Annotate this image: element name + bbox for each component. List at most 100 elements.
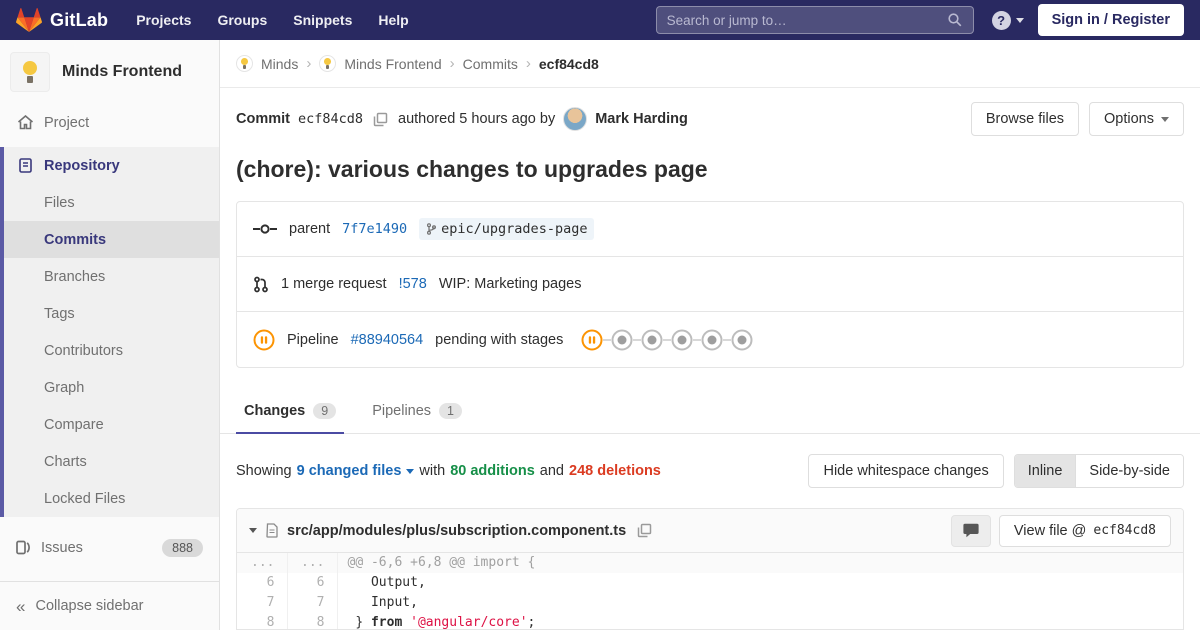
collapse-sidebar-button[interactable]: « Collapse sidebar <box>0 582 219 630</box>
breadcrumb-separator: › <box>306 55 312 72</box>
project-name: Minds Frontend <box>62 63 182 80</box>
collapse-diff-icon[interactable] <box>249 528 257 533</box>
parent-row: parent 7f7e1490 epic/upgrades-page <box>237 202 1183 257</box>
view-file-button[interactable]: View file @ ecf84cd8 <box>998 514 1171 547</box>
deletions-count: 248 deletions <box>569 463 661 479</box>
diff-file-header: src/app/modules/plus/subscription.compon… <box>237 509 1183 553</box>
breadcrumb-separator: › <box>449 55 455 72</box>
parent-sha-link[interactable]: 7f7e1490 <box>342 221 407 237</box>
pipeline-stage-icon-created[interactable] <box>701 329 723 351</box>
sidebar-item-issues[interactable]: Issues 888 <box>0 529 219 566</box>
diff-new-line-number[interactable]: 7 <box>287 593 338 613</box>
author-avatar[interactable] <box>563 107 588 131</box>
tab-pipelines[interactable]: Pipelines 1 <box>364 392 470 434</box>
breadcrumb-current-sha: ecf84cd8 <box>538 55 599 72</box>
stage-connector <box>603 338 612 341</box>
stage-connector <box>633 338 642 341</box>
lightbulb-icon <box>241 58 248 70</box>
tab-label: Changes <box>244 403 306 419</box>
sidebar-item-project[interactable]: Project <box>0 104 219 141</box>
diff-code-line: Input, <box>347 595 418 610</box>
nav-link-groups[interactable]: Groups <box>217 12 267 28</box>
diff-old-line-number[interactable]: 8 <box>237 613 288 629</box>
commit-sha: ecf84cd8 <box>297 111 364 127</box>
sidebar-item-label: Repository <box>44 157 120 174</box>
diff-new-line-number[interactable]: 6 <box>287 573 338 593</box>
inline-view-button[interactable]: Inline <box>1014 455 1076 487</box>
diff-old-line-number[interactable]: ... <box>237 553 288 573</box>
diff-table: ...... @@ -6,6 +6,8 @@ import {6 6 Output,… <box>237 553 1183 629</box>
copy-sha-button[interactable] <box>371 110 390 129</box>
browse-files-button[interactable]: Browse files <box>970 102 1080 136</box>
collapse-label: Collapse sidebar <box>35 598 144 614</box>
mr-count-text: 1 merge request <box>281 276 387 292</box>
additions-count: 80 additions <box>450 463 535 479</box>
diff-old-line-number[interactable]: 6 <box>237 573 288 593</box>
changed-files-dropdown[interactable]: 9 changed files <box>297 463 415 479</box>
merge-request-icon <box>253 276 269 293</box>
side-by-side-view-button[interactable]: Side-by-side <box>1075 455 1183 487</box>
sidebar-item-branches[interactable]: Branches <box>4 258 219 295</box>
pipeline-stage-icon-created[interactable] <box>731 329 753 351</box>
left-sidebar: Minds Frontend Project Repository Files … <box>0 40 220 630</box>
with-text: with <box>419 463 446 479</box>
mr-ref-link[interactable]: !578 <box>399 276 427 292</box>
diff-code-line: Output, <box>347 575 426 590</box>
project-header[interactable]: Minds Frontend <box>0 40 219 104</box>
showing-text: Showing <box>236 463 292 479</box>
file-path[interactable]: src/app/modules/plus/subscription.compon… <box>287 523 626 539</box>
commit-title: (chore): various changes to upgrades pag… <box>236 156 708 182</box>
parent-label: parent <box>289 221 331 237</box>
sidebar-item-repository[interactable]: Repository <box>4 147 219 184</box>
branch-name: epic/upgrades-page <box>441 221 588 237</box>
tab-changes[interactable]: Changes 9 <box>236 392 345 434</box>
copy-path-button[interactable] <box>635 521 654 540</box>
pipeline-stage-graph <box>581 329 753 351</box>
search-box <box>655 6 974 34</box>
sidebar-item-charts[interactable]: Charts <box>4 443 219 480</box>
sign-in-register-button[interactable]: Sign in / Register <box>1037 4 1184 36</box>
sidebar-item-compare[interactable]: Compare <box>4 406 219 443</box>
commit-label: Commit <box>236 111 290 127</box>
breadcrumb-item-minds[interactable]: Minds <box>261 56 298 72</box>
diff-new-line-number[interactable]: ... <box>287 553 338 573</box>
file-comment-button[interactable] <box>950 514 991 547</box>
branch-ref-badge[interactable]: epic/upgrades-page <box>419 218 595 240</box>
stage-connector <box>723 338 732 341</box>
nav-link-snippets[interactable]: Snippets <box>293 12 352 28</box>
gitlab-home-link[interactable]: GitLab <box>16 8 108 32</box>
breadcrumb-item-commits[interactable]: Commits <box>463 56 518 72</box>
pipeline-stage-icon-created[interactable] <box>671 329 693 351</box>
sidebar-item-graph[interactable]: Graph <box>4 369 219 406</box>
sidebar-item-locked-files[interactable]: Locked Files <box>4 480 219 517</box>
search-input[interactable] <box>666 12 947 28</box>
pipeline-id-link[interactable]: #88940564 <box>351 332 424 348</box>
nav-link-help[interactable]: Help <box>378 12 408 28</box>
repository-section: Repository Files Commits Branches Tags Contr… <box>0 147 219 517</box>
help-icon: ? <box>991 10 1011 30</box>
lightbulb-icon <box>324 58 332 70</box>
breadcrumb-item-minds-frontend[interactable]: Minds Frontend <box>344 56 441 72</box>
diff-line-row: 77 Input, <box>237 593 1183 613</box>
pipeline-stage-icon-created[interactable] <box>611 329 633 351</box>
sidebar-item-tags[interactable]: Tags <box>4 295 219 332</box>
options-dropdown-button[interactable]: Options <box>1089 102 1184 136</box>
help-menu[interactable]: ? <box>991 10 1024 30</box>
sidebar-item-commits[interactable]: Commits <box>4 221 219 258</box>
pipeline-stage-icon-created[interactable] <box>641 329 663 351</box>
nav-link-projects[interactable]: Projects <box>136 12 191 28</box>
commit-info-box: parent 7f7e1490 epic/upgrades-page 1 mer… <box>236 201 1184 368</box>
lightbulb-icon <box>22 60 38 84</box>
diff-line-row: 66 Output, <box>237 573 1183 593</box>
sidebar-item-contributors[interactable]: Contributors <box>4 332 219 369</box>
diff-old-line-number[interactable]: 7 <box>237 593 288 613</box>
search-icon <box>947 12 963 28</box>
diff-line-row: 88 } from '@angular/core'; <box>237 613 1183 629</box>
pipeline-stage-icon-pending[interactable] <box>581 329 603 351</box>
author-name[interactable]: Mark Harding <box>595 111 688 127</box>
diff-new-line-number[interactable]: 8 <box>287 613 338 629</box>
hide-whitespace-button[interactable]: Hide whitespace changes <box>808 454 1004 488</box>
sidebar-item-files[interactable]: Files <box>4 184 219 221</box>
merge-request-row: 1 merge request !578 WIP: Marketing page… <box>237 257 1183 312</box>
chevron-down-icon <box>1015 17 1024 23</box>
